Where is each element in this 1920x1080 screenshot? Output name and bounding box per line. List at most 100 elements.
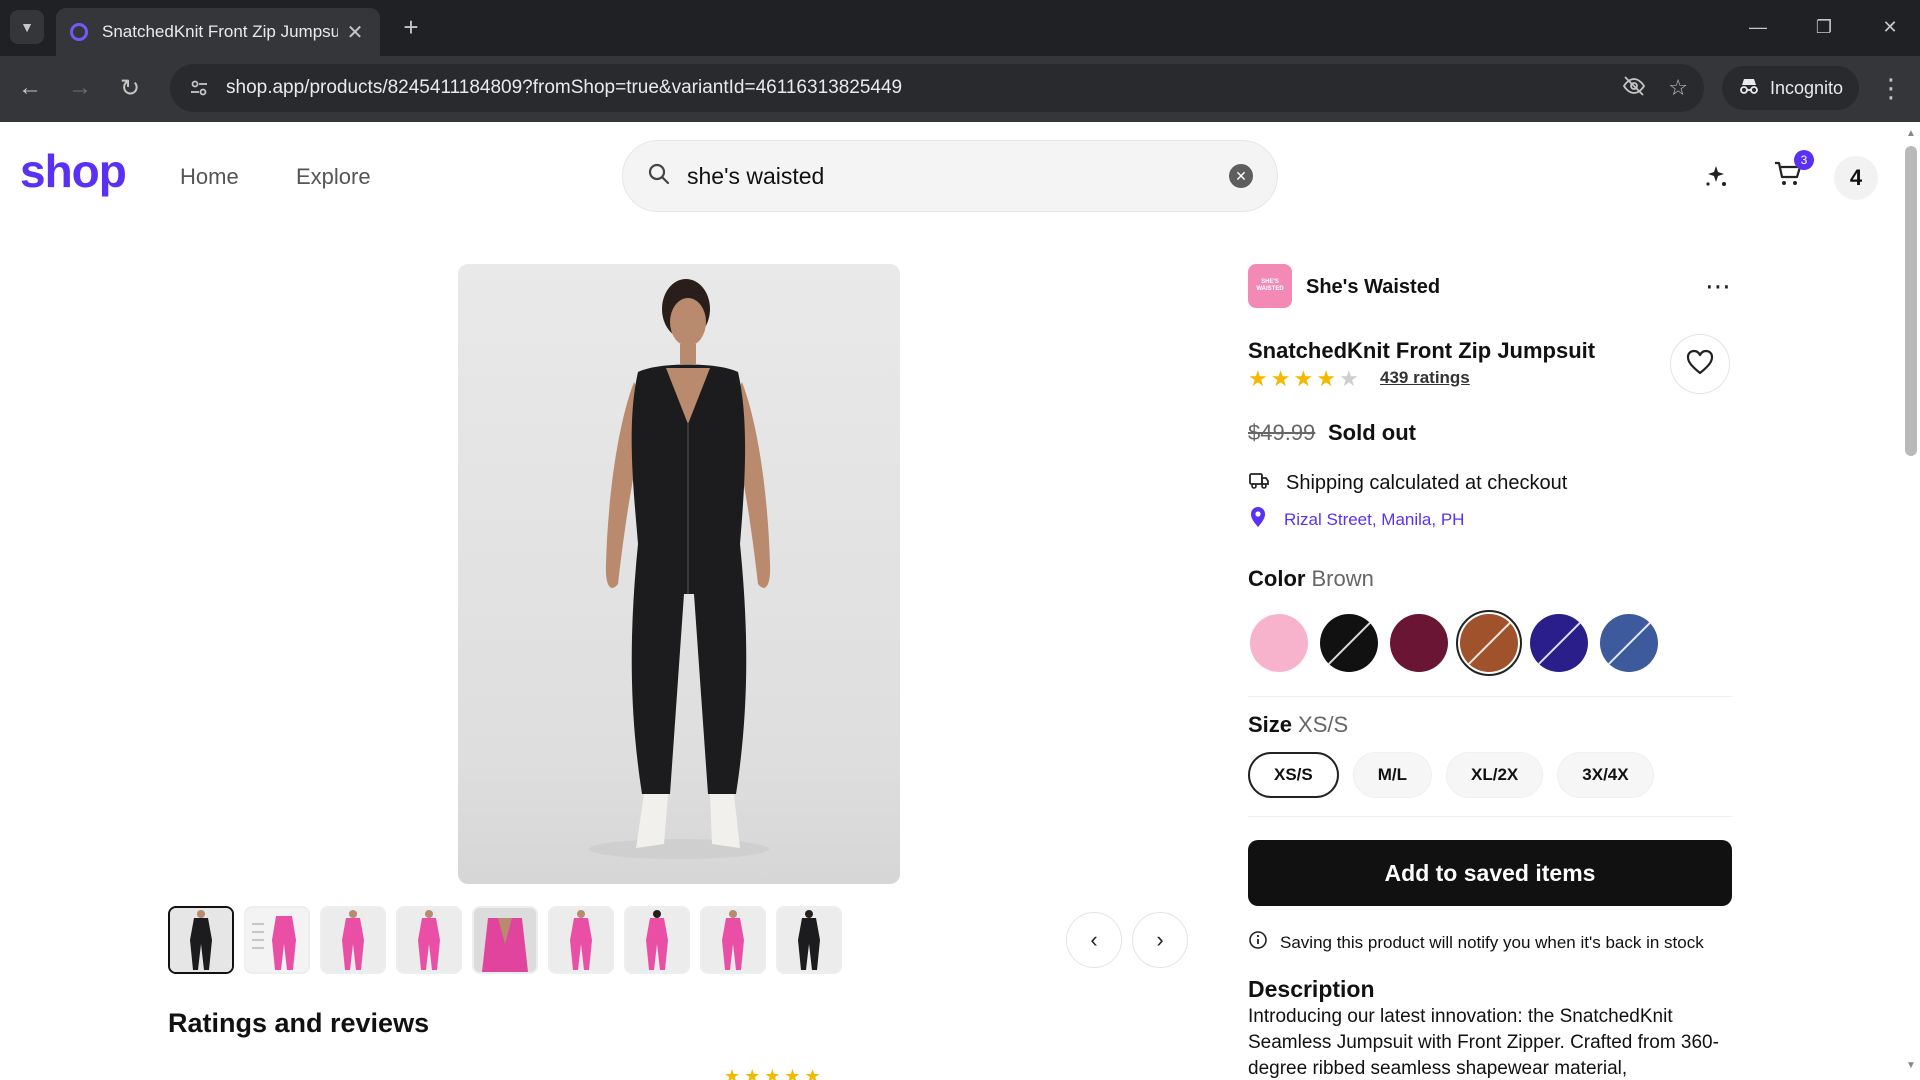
color-swatches — [1250, 610, 1658, 676]
add-to-saved-items-button[interactable]: Add to saved items — [1248, 840, 1732, 906]
clear-search-icon[interactable]: ✕ — [1229, 164, 1253, 188]
selected-size-value: XS/S — [1298, 712, 1349, 737]
sold-out-slash — [1534, 617, 1586, 669]
divider — [1248, 696, 1732, 697]
browser-menu-icon[interactable]: ⋮ — [1876, 68, 1906, 108]
star-filled-icon: ★ — [1270, 366, 1291, 391]
sold-out-slash — [1324, 617, 1376, 669]
address-bar[interactable]: shop.app/products/8245411184809?fromShop… — [170, 64, 1704, 112]
avatar[interactable]: 4 — [1834, 156, 1878, 200]
color-swatch-pink[interactable] — [1250, 614, 1308, 672]
eye-off-icon[interactable] — [1622, 74, 1646, 103]
scroll-up-arrow-icon[interactable]: ▲ — [1906, 128, 1916, 139]
incognito-indicator[interactable]: Incognito — [1722, 66, 1860, 110]
cart-count-badge: 3 — [1794, 150, 1814, 170]
color-label: Color Brown — [1248, 566, 1374, 592]
chevron-left-icon: ‹ — [1090, 927, 1098, 952]
restore-button[interactable]: ❐ — [1800, 8, 1848, 46]
reload-button[interactable]: ↻ — [110, 68, 150, 108]
minimize-button[interactable]: — — [1734, 8, 1782, 46]
color-swatch-burgundy[interactable] — [1390, 614, 1448, 672]
browser-toolbar: ← → ↻ shop.app/products/8245411184809?fr… — [0, 56, 1920, 122]
star-filled-icon: ★ — [1316, 366, 1336, 391]
product-main-image[interactable] — [458, 264, 900, 884]
size-options: XS/S M/L XL/2X 3X/4X — [1248, 752, 1654, 798]
delivery-truck-icon — [1248, 470, 1270, 496]
back-button[interactable]: ← — [10, 68, 50, 108]
notice-text: Saving this product will notify you when… — [1280, 932, 1704, 952]
forward-button[interactable]: → — [60, 68, 100, 108]
product-title: SnatchedKnit Front Zip Jumpsuit — [1248, 338, 1596, 363]
color-swatch-navy[interactable] — [1530, 614, 1588, 672]
heart-icon — [1686, 349, 1714, 380]
description-text: Introducing our latest innovation: the S… — [1248, 1006, 1719, 1078]
nav-home[interactable]: Home — [180, 164, 239, 190]
info-icon — [1248, 930, 1268, 955]
nav-explore[interactable]: Explore — [296, 164, 371, 190]
close-icon[interactable]: ✕ — [344, 21, 366, 44]
window-close-button[interactable]: ✕ — [1866, 8, 1914, 46]
reviews-heading: Ratings and reviews — [168, 1008, 430, 1038]
color-swatch-brown[interactable] — [1456, 610, 1522, 676]
favorite-button[interactable] — [1670, 334, 1730, 394]
shipping-row: Shipping calculated at checkout — [1248, 470, 1567, 496]
thumbnail-3[interactable] — [320, 906, 386, 974]
color-label-text: Color — [1248, 566, 1306, 591]
search-icon — [647, 162, 671, 191]
browser-tabbar: ▼ SnatchedKnit Front Zip Jumpsuit ✕ + — … — [0, 0, 1920, 56]
thumbnail-9[interactable] — [776, 906, 842, 974]
new-tab-button[interactable]: + — [396, 12, 426, 42]
thumbnail-5[interactable] — [472, 906, 538, 974]
search-input[interactable]: she's waisted ✕ — [622, 140, 1278, 212]
browser-tab[interactable]: SnatchedKnit Front Zip Jumpsuit ✕ — [56, 8, 380, 56]
cart-button[interactable]: 3 — [1768, 150, 1814, 196]
sold-out-slash — [1604, 617, 1656, 669]
description-heading: Description — [1248, 976, 1375, 1002]
star-filled-icon: ★ — [1248, 366, 1268, 391]
sparkle-icon[interactable] — [1696, 156, 1736, 196]
thumbnail-4[interactable] — [396, 906, 462, 974]
scroll-down-arrow-icon[interactable]: ▼ — [1906, 1060, 1916, 1071]
thumbnail-8[interactable] — [700, 906, 766, 974]
bookmark-star-icon[interactable]: ☆ — [1668, 75, 1688, 101]
size-option-button[interactable]: 3X/4X — [1557, 752, 1654, 798]
color-swatch-black[interactable] — [1320, 614, 1378, 672]
price: $49.99 — [1248, 420, 1316, 445]
shop-logo[interactable]: shop — [20, 148, 127, 194]
tab-search-button[interactable]: ▼ — [10, 10, 44, 44]
rating-stars: ★ ★ ★ ★ ★ — [1248, 366, 1359, 392]
back-in-stock-notice: Saving this product will notify you when… — [1248, 930, 1704, 955]
star-filled-icon: ★ — [1293, 366, 1314, 391]
thumbnail-6[interactable] — [548, 906, 614, 974]
scrollbar-thumb[interactable] — [1905, 146, 1917, 456]
thumbnail-1[interactable] — [168, 906, 234, 974]
size-option-button[interactable]: XL/2X — [1446, 752, 1544, 798]
shipping-text: Shipping calculated at checkout — [1286, 471, 1568, 494]
selected-color-value: Brown — [1311, 566, 1374, 591]
chevron-right-icon: › — [1156, 927, 1164, 952]
next-image-button[interactable]: › — [1132, 912, 1188, 968]
sold-out-slash — [1464, 617, 1516, 669]
tab-title: SnatchedKnit Front Zip Jumpsuit — [102, 22, 338, 41]
more-options-icon[interactable]: ⋯ — [1700, 270, 1736, 302]
divider — [1248, 816, 1732, 817]
location-text[interactable]: Rizal Street, Manila, PH — [1284, 510, 1464, 530]
tab-favicon-icon — [70, 23, 88, 41]
incognito-icon — [1738, 77, 1760, 100]
size-option-button[interactable]: XS/S — [1248, 752, 1339, 798]
location-row[interactable]: Rizal Street, Manila, PH — [1248, 506, 1464, 533]
shop-name[interactable]: She's Waisted — [1306, 276, 1440, 299]
ratings-link[interactable]: 439 ratings — [1380, 368, 1470, 388]
thumbnail-2[interactable] — [244, 906, 310, 974]
color-swatch-blue[interactable] — [1600, 614, 1658, 672]
site-info-icon[interactable] — [186, 75, 212, 101]
shop-brand-logo[interactable]: SHE'S WAISTED — [1248, 264, 1292, 308]
size-label: Size XS/S — [1248, 712, 1348, 738]
search-query: she's waisted — [687, 162, 825, 189]
reviews-stars-icon: ★★★★★ — [724, 1066, 825, 1080]
url-text: shop.app/products/8245411184809?fromShop… — [226, 77, 903, 98]
thumbnail-7[interactable] — [624, 906, 690, 974]
stock-status: Sold out — [1328, 420, 1416, 445]
size-option-button[interactable]: M/L — [1352, 752, 1433, 798]
previous-image-button[interactable]: ‹ — [1066, 912, 1122, 968]
